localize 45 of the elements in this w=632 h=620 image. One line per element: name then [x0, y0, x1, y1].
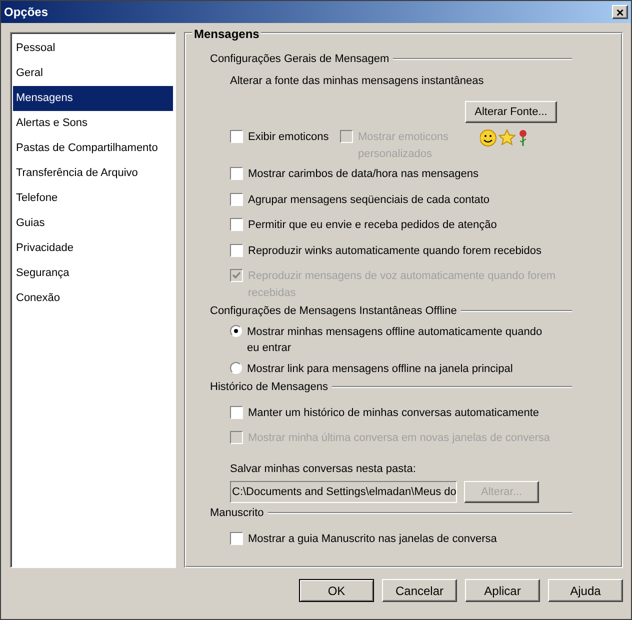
checkbox[interactable] [230, 192, 243, 206]
description-text: Alterar a fonte das minhas mensagens instantâneas [229, 74, 485, 88]
folder-path-field[interactable]: C:\Documents and Settings\elmadan\Meus do [230, 481, 457, 503]
category-item[interactable]: Mensagens [13, 86, 173, 111]
checkbox-label: Mostrar a guia Manuscrito nas janelas de conversa [248, 532, 497, 546]
checkbox[interactable] [230, 167, 243, 180]
folder-label: Salvar minhas conversas nesta pasta: [230, 462, 417, 476]
window-title: Opções [4, 4, 48, 21]
section-heading: Histórico de Mensagens [210, 380, 328, 395]
close-button[interactable]: × [612, 5, 628, 19]
checkbox-label: Agrupar mensagens seqüenciais de cada contato [248, 192, 490, 208]
checkbox-label: Exibir emoticons [248, 130, 329, 145]
checkbox[interactable] [230, 130, 243, 143]
category-item[interactable]: Pastas de Compartilhamento [13, 136, 173, 161]
checkbox-label: Manter um histórico de minhas conversas automaticamente [248, 406, 540, 420]
category-item[interactable]: Segurança [13, 261, 173, 286]
dialog-button[interactable]: OK [299, 579, 374, 602]
radio-label: Mostrar minhas mensagens offline automaticamente quando eu entrar [247, 324, 544, 356]
dialog-button[interactable]: Aplicar [465, 579, 540, 602]
dialog-button[interactable]: Ajuda [548, 579, 623, 602]
radio-button[interactable] [230, 362, 242, 374]
check-icon [232, 271, 241, 280]
category-item[interactable]: Transferência de Arquivo [13, 161, 173, 186]
panel-title: Mensagens [192, 28, 262, 40]
push-button[interactable]: Alterar Fonte... [465, 101, 557, 123]
category-item[interactable]: Telefone [13, 186, 173, 211]
radio-label: Mostrar link para mensagens offline na janela principal [247, 362, 514, 376]
section-heading: Configurações Gerais de Mensagem [210, 52, 390, 67]
section-heading: Configurações de Mensagens Instantâneas Offline [210, 304, 457, 319]
checkbox[interactable] [230, 532, 243, 544]
checkbox[interactable] [230, 406, 243, 418]
checkbox-label: Reproduzir winks automaticamente quando forem recebidos [248, 244, 542, 258]
checkbox-label: Mostrar carimbos de data/hora nas mensagens [248, 167, 479, 182]
category-item[interactable]: Pessoal [13, 36, 173, 61]
radio-button[interactable] [230, 324, 242, 336]
category-item[interactable]: Conexão [13, 286, 173, 311]
dialog-button[interactable]: Cancelar [382, 579, 457, 602]
section-heading: Manuscrito [210, 506, 264, 521]
checkbox[interactable] [230, 218, 243, 231]
category-item[interactable]: Alertas e Sons [13, 111, 173, 136]
checkbox[interactable] [230, 244, 243, 256]
category-item[interactable]: Privacidade [13, 236, 173, 261]
checkbox-label: Permitir que eu envie e receba pedidos de atenção [248, 218, 497, 233]
category-item[interactable]: Guias [13, 211, 173, 236]
category-item[interactable]: Geral [13, 61, 173, 86]
